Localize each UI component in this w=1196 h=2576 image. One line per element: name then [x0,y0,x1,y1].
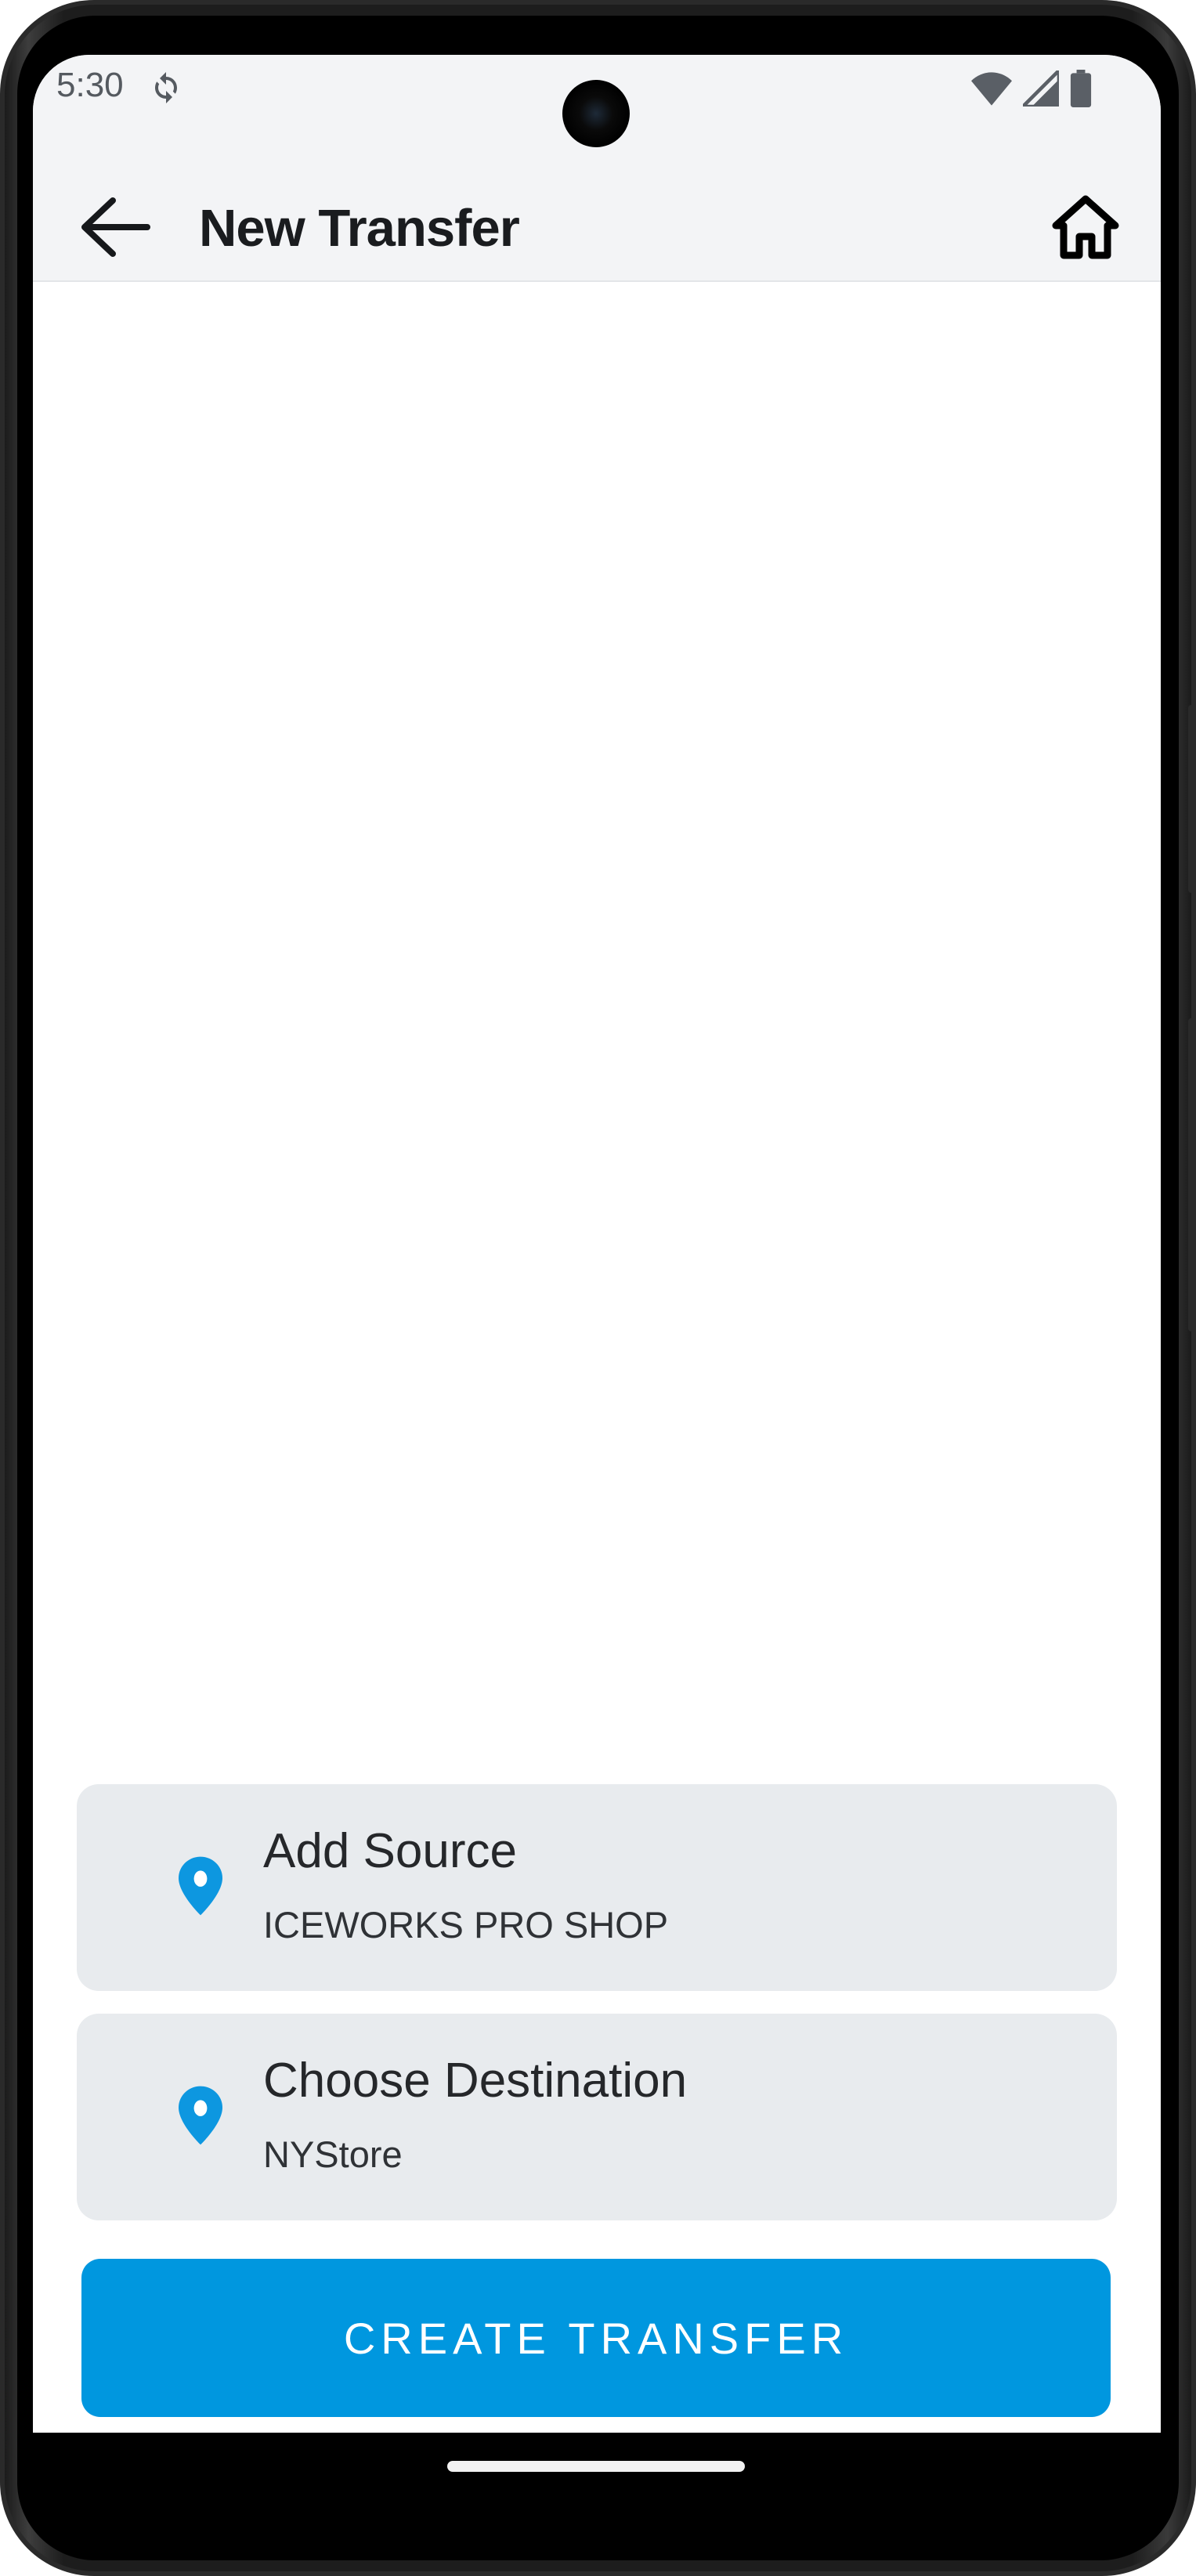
power-button [1188,705,1196,893]
location-pin-icon [179,2086,222,2145]
home-indicator[interactable] [447,2461,745,2472]
add-source-card[interactable]: Add Source ICEWORKS PRO SHOP [77,1784,1117,1991]
location-pin-icon [179,1856,222,1916]
destination-value: NYStore [263,2133,403,2175]
source-label: Add Source [263,1824,517,1878]
app-header: 5:30 New Transfer [33,55,1161,282]
wifi-icon [971,72,1012,106]
front-camera [562,80,630,147]
back-button[interactable] [77,190,152,265]
volume-button [1188,1018,1196,1331]
home-button[interactable] [1048,190,1123,265]
home-icon [1052,195,1119,259]
phone-device: 5:30 New Transfer Add Source ICEWORKS PR… [0,0,1196,2576]
gesture-nav-bar [33,2433,1161,2498]
status-time: 5:30 [56,66,124,104]
create-transfer-button[interactable]: CREATE TRANSFER [81,2259,1111,2417]
status-icons [971,69,1092,108]
arrow-left-icon [81,197,150,257]
source-value: ICEWORKS PRO SHOP [263,1904,669,1946]
page-title: New Transfer [199,199,520,258]
sync-icon [155,72,177,103]
choose-destination-card[interactable]: Choose Destination NYStore [77,2014,1117,2220]
destination-label: Choose Destination [263,2054,688,2108]
app-screen: 5:30 New Transfer Add Source ICEWORKS PR… [33,55,1161,2436]
signal-icon [1023,70,1059,107]
battery-icon [1070,70,1092,107]
